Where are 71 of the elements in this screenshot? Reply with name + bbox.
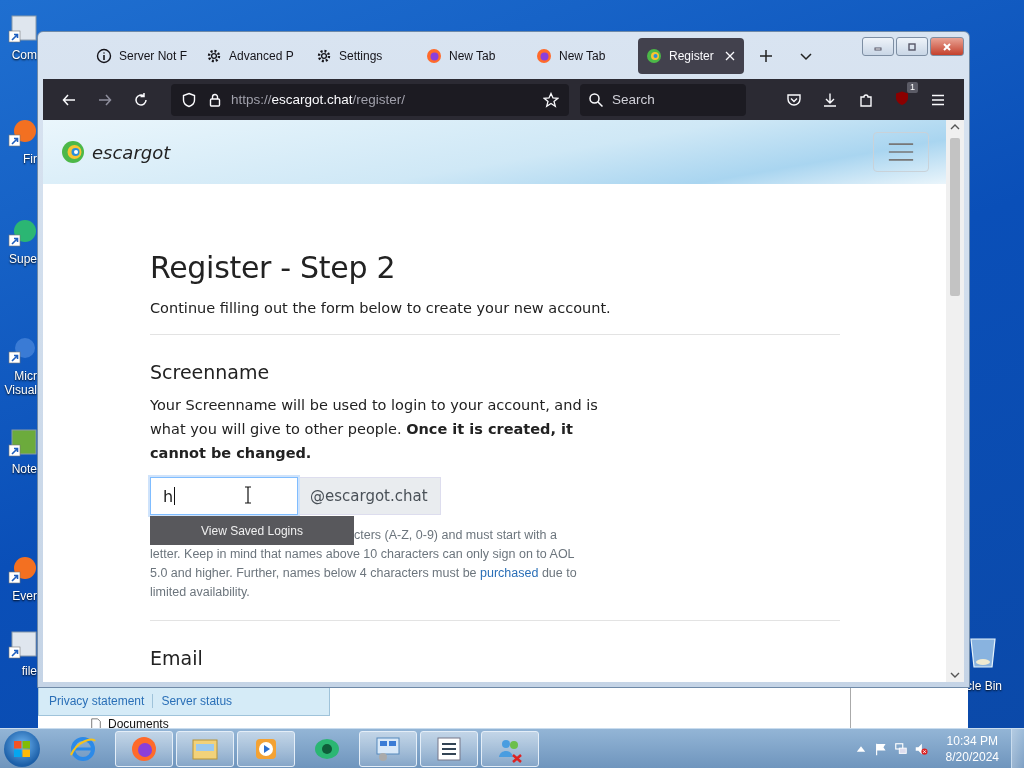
shortcut-icon[interactable] [8, 335, 38, 365]
intro-text: Continue filling out the form below to create your new account. [150, 300, 612, 316]
list-icon [435, 734, 463, 763]
menu-icon [888, 142, 914, 162]
info-icon [96, 48, 112, 64]
extension-badge: 1 [907, 81, 918, 93]
taskbar-button[interactable] [420, 730, 478, 767]
browser-tab[interactable]: Settings [308, 38, 414, 74]
shortcut-icon[interactable] [8, 428, 38, 458]
section-heading: Email [150, 647, 204, 669]
description-text: Your Screenname will be used to login to your account, and is what you will give to other people. Once it is created, it cannot be changed. [150, 396, 599, 463]
scrollbar-thumb[interactable] [950, 138, 960, 296]
domain-suffix: @escargot.chat [298, 477, 441, 515]
settings-icon [316, 48, 332, 64]
search-input[interactable]: Search [610, 91, 734, 108]
maximize-button[interactable] [896, 37, 928, 56]
brand-name[interactable]: escargot [92, 141, 171, 163]
shortcut-label: Ever [12, 589, 37, 603]
footer-link[interactable]: Privacy statement [49, 694, 145, 708]
browser-tab[interactable]: Server Not F [88, 38, 194, 74]
scrollbar[interactable] [946, 120, 964, 682]
shortcut-label: Fir [23, 152, 37, 166]
pocket-icon[interactable] [786, 91, 802, 108]
menu-button[interactable] [873, 132, 929, 172]
search-field[interactable]: Search [580, 83, 746, 116]
browser-tab[interactable]: New Tab [528, 38, 634, 74]
close-icon[interactable] [724, 50, 736, 62]
taskbar-button[interactable] [115, 730, 173, 767]
page-title: Register - Step 2 [150, 250, 397, 285]
shortcut-icon[interactable] [8, 555, 38, 585]
footer-link[interactable]: Server status [161, 694, 233, 708]
bookmark-star-icon[interactable] [543, 91, 559, 108]
flag-icon[interactable] [873, 741, 888, 756]
screenname-input-field[interactable]: h [150, 477, 298, 515]
shortcut-label: Supe [8, 252, 37, 266]
shortcut-icon[interactable] [8, 218, 38, 248]
reload-icon[interactable] [133, 91, 149, 108]
browser-tab[interactable]: Register [638, 38, 744, 74]
plus-icon[interactable] [758, 48, 774, 64]
section-heading: Screenname [150, 361, 271, 383]
folder-item[interactable]: Documents [108, 717, 169, 731]
text-cursor-icon [244, 486, 252, 504]
autocomplete-popup[interactable]: View Saved Logins [150, 516, 354, 545]
shortcut-label: Micr [14, 369, 37, 383]
address-bar[interactable]: https://escargot.chat/register/ [171, 83, 569, 116]
maximize-icon [907, 41, 917, 52]
shortcut-label: Visual [4, 383, 37, 397]
lock-icon [207, 91, 223, 108]
start-button[interactable] [4, 730, 40, 767]
puzzle-icon[interactable] [858, 91, 874, 108]
control-panel-icon [374, 734, 402, 763]
shortcut-icon[interactable] [8, 630, 38, 660]
scroll-up-icon[interactable] [950, 124, 960, 130]
browser-tab[interactable]: Advanced P [198, 38, 304, 74]
shortcut-label: file [21, 664, 37, 678]
close-icon [942, 41, 952, 52]
shortcut-icon[interactable] [8, 14, 38, 44]
windows-logo-icon [12, 738, 32, 759]
speaker-muted-icon[interactable] [913, 741, 928, 756]
shortcut-label: Note [11, 462, 37, 476]
close-button[interactable] [930, 37, 964, 56]
download-icon[interactable] [822, 91, 838, 108]
scroll-down-icon[interactable] [950, 672, 960, 678]
browser-tab[interactable]: New Tab [418, 38, 524, 74]
search-icon [588, 91, 604, 108]
settings-icon [206, 48, 222, 64]
shortcut-label: Com [11, 48, 37, 62]
shortcut-icon[interactable] [8, 118, 38, 148]
minimize-button[interactable] [862, 37, 894, 56]
shield-icon [181, 91, 197, 108]
purchased-link[interactable]: purchased [480, 566, 539, 580]
